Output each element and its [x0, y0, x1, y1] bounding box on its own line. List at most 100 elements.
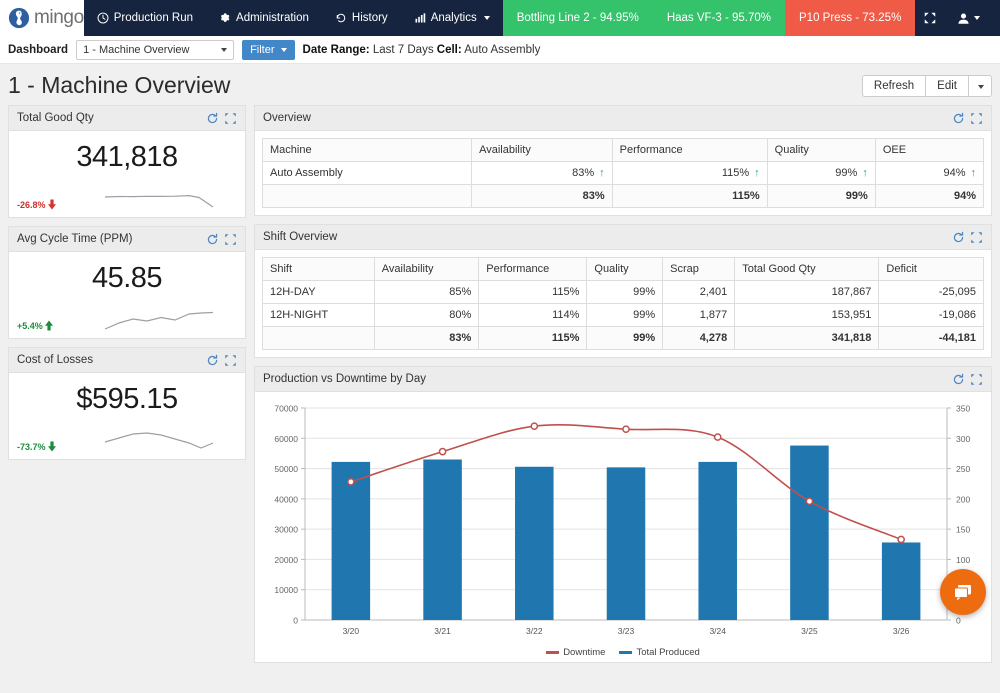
cell-shift: 12H-DAY [262, 280, 375, 304]
status-pill-p10-press[interactable]: P10 Press - 73.25% [785, 0, 916, 36]
kpi-card-cost-of-losses: Cost of Losses $595.15 -73.7% [8, 347, 246, 460]
nav-item-analytics[interactable]: Analytics [401, 0, 503, 36]
top-navbar: mingo Production Run Administration Hist… [0, 0, 1000, 36]
nav-links: Production Run Administration History An… [84, 0, 503, 36]
column-header-performance[interactable]: Performance [611, 138, 768, 162]
status-pills: Bottling Line 2 - 94.95% Haas VF-3 - 95.… [502, 0, 916, 36]
nav-item-label: Analytics [430, 12, 477, 24]
filter-button-label: Filter [250, 43, 275, 56]
column-header-shift[interactable]: Shift [262, 257, 375, 281]
table-row[interactable]: 12H-NIGHT 80% 114% 99% 1,877 153,951 -19… [262, 303, 984, 327]
kpi-footer: -73.7% [17, 426, 237, 452]
dashboard-body: Total Good Qty 341,818 -26.8% Avg Cycle … [0, 105, 1000, 693]
panel-title: Shift Overview [263, 231, 338, 243]
svg-text:0: 0 [293, 616, 298, 626]
chart-body: 0100002000030000400005000060000700000501… [255, 392, 991, 662]
expand-icon[interactable] [224, 354, 237, 367]
refresh-icon[interactable] [206, 354, 219, 367]
column-header-quality[interactable]: Quality [586, 257, 664, 281]
refresh-icon[interactable] [952, 231, 965, 244]
cell-oee: 94% ↑ [874, 161, 985, 185]
production-vs-downtime-chart[interactable]: 0100002000030000400005000060000700000501… [259, 398, 985, 646]
total-cell-availability: 83% [373, 326, 480, 350]
history-icon [335, 12, 347, 24]
column-header-availability[interactable]: Availability [471, 138, 613, 162]
panel-tools [952, 231, 983, 244]
shift-table-wrap: Shift Availability Performance Quality S… [255, 250, 991, 357]
column-header-availability[interactable]: Availability [373, 257, 480, 281]
table-row[interactable]: Auto Assembly 83% ↑ 115% ↑ 99% ↑ 94% ↑ [261, 161, 985, 185]
user-account-icon[interactable] [949, 12, 988, 25]
brand-name: mingo [34, 7, 84, 28]
filter-button[interactable]: Filter [242, 39, 295, 60]
edit-button[interactable]: Edit [925, 74, 969, 97]
legend-item-total-produced[interactable]: Total Produced [619, 647, 700, 658]
arrow-up-icon: ↑ [599, 167, 605, 179]
production-vs-downtime-panel: Production vs Downtime by Day 0 10000 2000… [254, 366, 992, 663]
column-header-oee[interactable]: OEE [874, 138, 985, 162]
nav-item-production-run[interactable]: Production Run [84, 0, 206, 36]
chevron-down-icon [483, 16, 490, 20]
cell-availability: 83% ↑ [471, 161, 613, 185]
total-cell-performance: 115% [478, 326, 588, 350]
svg-text:3/21: 3/21 [434, 626, 451, 636]
table-header-row: Shift Availability Performance Quality S… [262, 257, 984, 281]
status-pill-haas-vf-3[interactable]: Haas VF-3 - 95.70% [652, 0, 786, 36]
overview-panel: Overview Machine Availability Performanc… [254, 105, 992, 216]
cell-value: Auto Assembly [464, 43, 541, 56]
kpi-card-avg-cycle-time: Avg Cycle Time (PPM) 45.85 +5.4% [8, 226, 246, 339]
svg-text:200: 200 [956, 494, 970, 504]
dashboard-select[interactable]: 1 - Machine Overview [76, 39, 235, 60]
chart-legend: Downtime Total Produced [259, 647, 987, 658]
cell-scrap: 2,401 [662, 280, 736, 304]
column-header-scrap[interactable]: Scrap [662, 257, 736, 281]
nav-item-administration[interactable]: Administration [206, 0, 322, 36]
legend-swatch-total-produced [619, 651, 633, 654]
column-header-performance[interactable]: Performance [478, 257, 588, 281]
column-header-total-good-qty[interactable]: Total Good Qty [734, 257, 880, 281]
expand-icon[interactable] [970, 231, 983, 244]
column-header-machine[interactable]: Machine [261, 138, 473, 162]
cell-value: 94% [943, 167, 966, 179]
svg-text:350: 350 [956, 404, 970, 414]
panel-title: Avg Cycle Time (PPM) [17, 233, 133, 245]
expand-icon[interactable] [224, 112, 237, 125]
expand-icon[interactable] [970, 373, 983, 386]
svg-text:250: 250 [956, 464, 970, 474]
cell-performance: 115% ↑ [611, 161, 768, 185]
refresh-icon[interactable] [206, 112, 219, 125]
date-range-value: Last 7 Days [372, 43, 434, 56]
action-button-group: Refresh Edit [861, 74, 992, 97]
table-row[interactable]: 12H-DAY 85% 115% 99% 2,401 187,867 -25,0… [262, 280, 984, 304]
kpi-value: 341,818 [76, 141, 178, 173]
legend-item-downtime[interactable]: Downtime [546, 647, 605, 658]
legend-label: Downtime [563, 647, 606, 658]
status-pill-bottling-line-2[interactable]: Bottling Line 2 - 94.95% [502, 0, 653, 36]
refresh-icon[interactable] [952, 112, 965, 125]
cell-value: 99% [835, 167, 858, 179]
gear-icon [219, 12, 231, 24]
expand-icon[interactable] [224, 233, 237, 246]
column-header-deficit[interactable]: Deficit [878, 257, 984, 281]
expand-icon[interactable] [970, 112, 983, 125]
panel-header: Production vs Downtime by Day [255, 367, 991, 392]
more-options-button[interactable] [968, 74, 992, 97]
svg-text:3/26: 3/26 [893, 626, 910, 636]
chat-button[interactable] [940, 569, 986, 615]
nav-item-label: History [351, 12, 388, 24]
panel-header: Cost of Losses [9, 348, 245, 373]
refresh-icon[interactable] [206, 233, 219, 246]
kpi-footer: -26.8% [17, 184, 237, 210]
page-title: 1 - Machine Overview [8, 72, 231, 98]
refresh-button[interactable]: Refresh [861, 74, 927, 97]
cell-scrap: 1,877 [662, 303, 736, 327]
refresh-icon[interactable] [952, 373, 965, 386]
fullscreen-icon[interactable] [915, 11, 945, 25]
chevron-down-icon [974, 16, 981, 20]
brand-logo[interactable]: mingo [0, 0, 84, 36]
nav-item-history[interactable]: History [322, 0, 401, 36]
arrow-up-icon: ↑ [862, 167, 868, 179]
svg-text:40000: 40000 [274, 494, 298, 504]
column-header-quality[interactable]: Quality [766, 138, 876, 162]
kpi-delta: +5.4% [17, 320, 54, 331]
